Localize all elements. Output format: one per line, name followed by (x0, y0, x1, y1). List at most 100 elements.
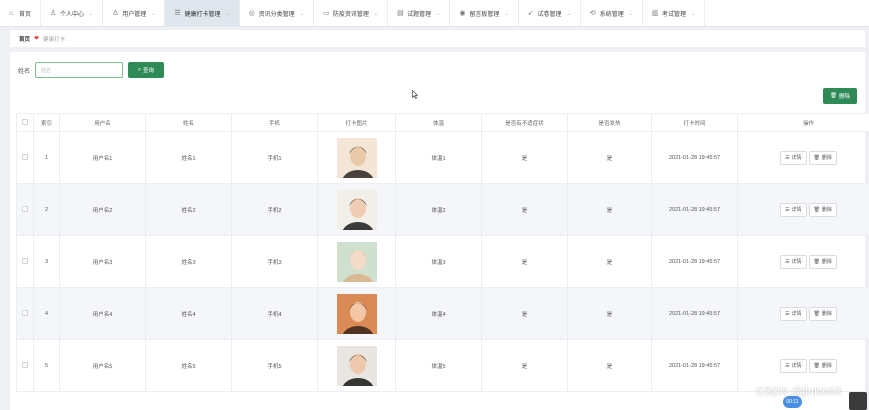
search-input[interactable]: 姓名 (35, 62, 124, 78)
table-row[interactable]: 4 用户名4 姓名4 手机4 体温4 是是 2021-01-28 19:45:57 ☰ 详情 🗑 删… (16, 287, 869, 340)
nav-item[interactable]: ♙ 用户管理 ⌄ (103, 0, 166, 27)
delete-label: 删除 (821, 207, 832, 213)
delete-label: 删除 (821, 259, 832, 265)
row-select-cell (16, 131, 34, 184)
photo-cell (317, 183, 396, 236)
photo-cell (317, 287, 396, 340)
batch-delete-button[interactable]: 🗑 删除 (823, 88, 857, 104)
symptoms-cell: 是 (481, 287, 568, 340)
fever-cell: 是 (567, 183, 652, 236)
nav-item[interactable]: ▤ 试题管理 ⌄ (388, 0, 451, 27)
column-header: 手机 (231, 113, 318, 132)
chevron-down-icon: ⌄ (151, 10, 156, 17)
actions-cell: ☰ 详情 🗑 删除 (737, 131, 869, 184)
delete-button[interactable]: 🗑 删除 (808, 254, 837, 269)
nav-item-label: 系统管理 (599, 12, 624, 18)
list-icon: ☰ (174, 10, 181, 17)
row-select-cell (16, 235, 34, 288)
row-checkbox[interactable] (22, 309, 28, 316)
nav-item-label: 健康打卡管理 (184, 12, 221, 18)
nav-item[interactable]: ◎ 资讯分类管理 ⌄ (240, 0, 314, 27)
corner-avatar (849, 392, 867, 410)
nav-item[interactable]: ◉ 留言板管理 ⌄ (450, 0, 519, 27)
delete-label: 删除 (821, 311, 832, 317)
detail-button[interactable]: ☰ 详情 (780, 306, 807, 321)
table-row[interactable]: 1 用户名1 姓名1 手机1 体温1 是是 2021-01-28 19:45:57 ☰ 详情 🗑 删… (16, 131, 869, 184)
time-cell: 2021-01-28 19:45:57 (651, 131, 738, 184)
nav-item-label: 试题管理 (407, 12, 432, 18)
select-all-checkbox[interactable] (22, 118, 28, 125)
nav-item-label: 资讯分类管理 (258, 12, 295, 18)
batch-delete-label: 删除 (838, 94, 850, 100)
index-cell: 2 (33, 183, 60, 236)
detail-icon: ☰ (785, 154, 790, 161)
temperature-cell: 体温3 (395, 235, 482, 288)
username-cell: 用户名1 (59, 131, 146, 184)
select-all-header (16, 113, 34, 132)
breadcrumb-home[interactable]: 首页 (19, 35, 30, 43)
username-cell: 用户名3 (59, 235, 146, 288)
timer-badge: 00:11 (783, 396, 802, 408)
trash-icon: 🗑 (813, 258, 820, 265)
nav-item[interactable]: ➶ 试卷管理 ⌄ (519, 0, 581, 27)
column-header: 索引 (33, 113, 60, 132)
row-checkbox[interactable] (22, 257, 28, 264)
exam-icon: ▤ (397, 10, 404, 17)
actions-cell: ☰ 详情 🗑 删除 (737, 183, 869, 236)
symptoms-cell: 是 (481, 235, 568, 288)
nav-item-label: 考试管理 (661, 12, 686, 18)
time-cell: 2021-01-28 19:45:57 (651, 287, 738, 340)
detail-icon: ☰ (785, 310, 790, 317)
time-cell: 2021-01-28 19:45:57 (651, 339, 738, 392)
name-cell: 姓名3 (145, 235, 232, 288)
index-cell: 1 (33, 131, 60, 184)
nav-item[interactable]: ▭ 防疫资讯管理 ⌄ (314, 0, 389, 27)
delete-button[interactable]: 🗑 删除 (808, 306, 837, 321)
system-icon: ⟲ (589, 10, 596, 17)
content-panel: 姓名 姓名 ⌕ 查询 🗑 删除 索引 用户名 姓名 手机 打卡图片 体温 是否有… (10, 52, 869, 410)
nav-item[interactable]: ⌂ 首页 (0, 0, 42, 27)
index-cell: 3 (33, 235, 60, 288)
nav-item[interactable]: ▥ 考试管理 ⌄ (643, 0, 706, 27)
table-row[interactable]: 2 用户名2 姓名2 手机2 体温2 是是 2021-01-28 19:45:57 ☰ 详情 🗑 删… (16, 183, 869, 236)
column-header: 是否发热 (567, 113, 652, 132)
row-checkbox[interactable] (22, 361, 28, 368)
time-cell: 2021-01-28 19:45:57 (651, 235, 738, 288)
detail-button[interactable]: ☰ 详情 (780, 150, 807, 165)
trash-icon: 🗑 (813, 362, 820, 369)
name-cell: 姓名2 (145, 183, 232, 236)
username-cell: 用户名4 (59, 287, 146, 340)
detail-button[interactable]: ☰ 详情 (780, 358, 807, 373)
chevron-down-icon: ⌄ (373, 10, 379, 17)
nav-item[interactable]: ⟲ 系统管理 ⌄ (581, 0, 643, 27)
symptoms-cell: 是 (481, 131, 568, 184)
delete-button[interactable]: 🗑 删除 (808, 358, 837, 373)
nav-item[interactable]: ☰ 健康打卡管理 ⌄ (165, 0, 240, 27)
detail-label: 详情 (791, 363, 802, 369)
table-row[interactable]: 3 用户名3 姓名3 手机3 体温3 是是 2021-01-28 19:45:57 ☰ 详情 🗑 删… (16, 235, 869, 288)
row-select-cell (16, 287, 34, 340)
search-button[interactable]: ⌕ 查询 (128, 62, 165, 78)
table-header-row: 索引 用户名 姓名 手机 打卡图片 体温 是否有不适症状 是否发热 打卡时间 操… (16, 113, 869, 132)
home-icon: ⌂ (9, 10, 14, 17)
username-cell: 用户名2 (59, 183, 146, 236)
symptoms-cell: 是 (481, 183, 568, 236)
detail-button[interactable]: ☰ 详情 (780, 202, 807, 217)
user-icon: ♙ (112, 10, 119, 17)
delete-button[interactable]: 🗑 删除 (808, 202, 837, 217)
detail-button[interactable]: ☰ 详情 (780, 254, 807, 269)
search-button-label: 查询 (143, 68, 155, 74)
delete-button[interactable]: 🗑 删除 (808, 150, 837, 165)
column-header: 打卡图片 (317, 113, 396, 132)
symptoms-cell: 是 (481, 339, 568, 392)
checkin-photo (336, 345, 377, 386)
user-icon: ♙ (50, 10, 57, 17)
table-row[interactable]: 5 用户名5 姓名5 手机5 体温5 是是 2021-01-28 19:45:57 ☰ 详情 🗑 删… (16, 339, 869, 392)
column-header: 姓名 (145, 113, 232, 132)
detail-label: 详情 (791, 311, 802, 317)
fever-cell: 是 (567, 235, 652, 288)
chevron-down-icon: ⌄ (225, 10, 230, 17)
nav-item[interactable]: ♙ 个人中心 ⌄ (41, 0, 104, 27)
row-checkbox[interactable] (22, 205, 28, 212)
row-checkbox[interactable] (22, 153, 28, 160)
